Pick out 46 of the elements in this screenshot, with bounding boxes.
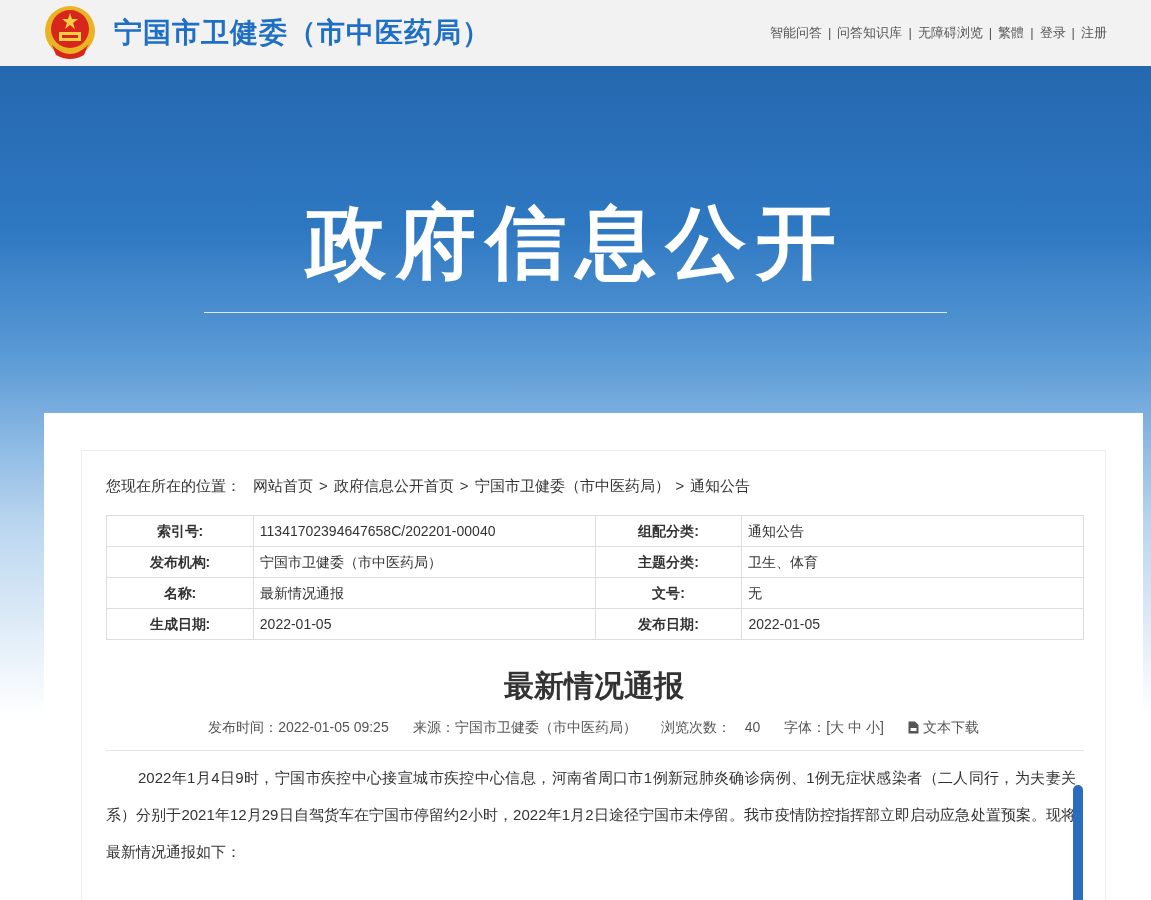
site-name: 宁国市卫健委（市中医药局） [114,16,491,50]
breadcrumb-separator: > [459,475,469,496]
article-meta: 浏览次数： 40 [660,717,761,737]
article-meta: 字体：[大 中 小] [784,717,884,737]
field-value: 最新情况通报 [253,577,596,609]
field-value: 通知公告 [741,515,1084,547]
header-link[interactable]: 无障碍浏览 [917,23,983,43]
article-paragraph: 2022年1月4日9时，宁国市疾控中心接宣城市疾控中心信息，河南省周口市1例新冠肺炎确诊病例、1例无症状感染者（二人同行，为夫妻关系）分别于2021年12月29日自驾货车在宁国市停留约2小时，2022年1月2日途径宁国市未停留。我市疫情防控指挥部立即启动应急处置预案。现将最新情况通报如下： [106,768,1076,862]
header-link[interactable]: 注册 [1081,23,1107,43]
link-separator: | [1071,24,1075,43]
link-separator: | [988,24,993,43]
link-separator: | [1030,24,1034,43]
field-label: 主题分类: [595,546,742,578]
field-value: 11341702394647658C/202201-00040 [253,515,596,547]
field-value: 无 [741,577,1084,609]
breadcrumb-separator: > [319,475,328,496]
emblem-icon [44,5,96,61]
field-value: 卫生、体育 [741,546,1084,578]
link-separator: | [908,24,912,43]
field-value: 2022-01-05 [741,608,1084,640]
article-meta: 来源：宁国市卫健委（市中医药局） [412,717,637,737]
field-label: 生成日期: [106,608,254,640]
header-link[interactable]: 问答知识库 [837,23,903,43]
field-label: 发布机构: [106,546,254,578]
field-label: 名称: [106,577,254,609]
article-title: 最新情况通报 [502,668,685,704]
breadcrumb-link[interactable]: 政府信息公开首页 [333,474,454,498]
field-value: 2022-01-05 [253,608,596,640]
field-label: 文号: [595,577,742,609]
header-link[interactable]: 登录 [1039,23,1066,43]
breadcrumb-separator: > [675,475,685,496]
banner-title: 政府信息公开 [305,198,846,288]
download-link[interactable]: 文本下载 [907,716,979,738]
breadcrumb-link[interactable]: 宁国市卫健委（市中医药局） [474,474,670,498]
header-link[interactable]: 智能问答 [770,23,823,43]
field-label: 发布日期: [595,608,742,640]
field-value: 宁国市卫健委（市中医药局） [253,546,596,578]
field-label: 组配分类: [595,515,742,547]
header-link[interactable]: 繁體 [998,23,1025,43]
link-separator: | [828,24,832,43]
breadcrumb-label: 您现在所在的位置： [106,475,241,496]
field-label: 索引号: [106,515,254,547]
document-icon [907,720,919,734]
article-meta: 发布时间：2022-01-05 09:25 [208,717,389,737]
breadcrumb-link[interactable]: 网站首页 [253,474,313,498]
breadcrumb-link[interactable]: 通知公告 [690,474,751,498]
